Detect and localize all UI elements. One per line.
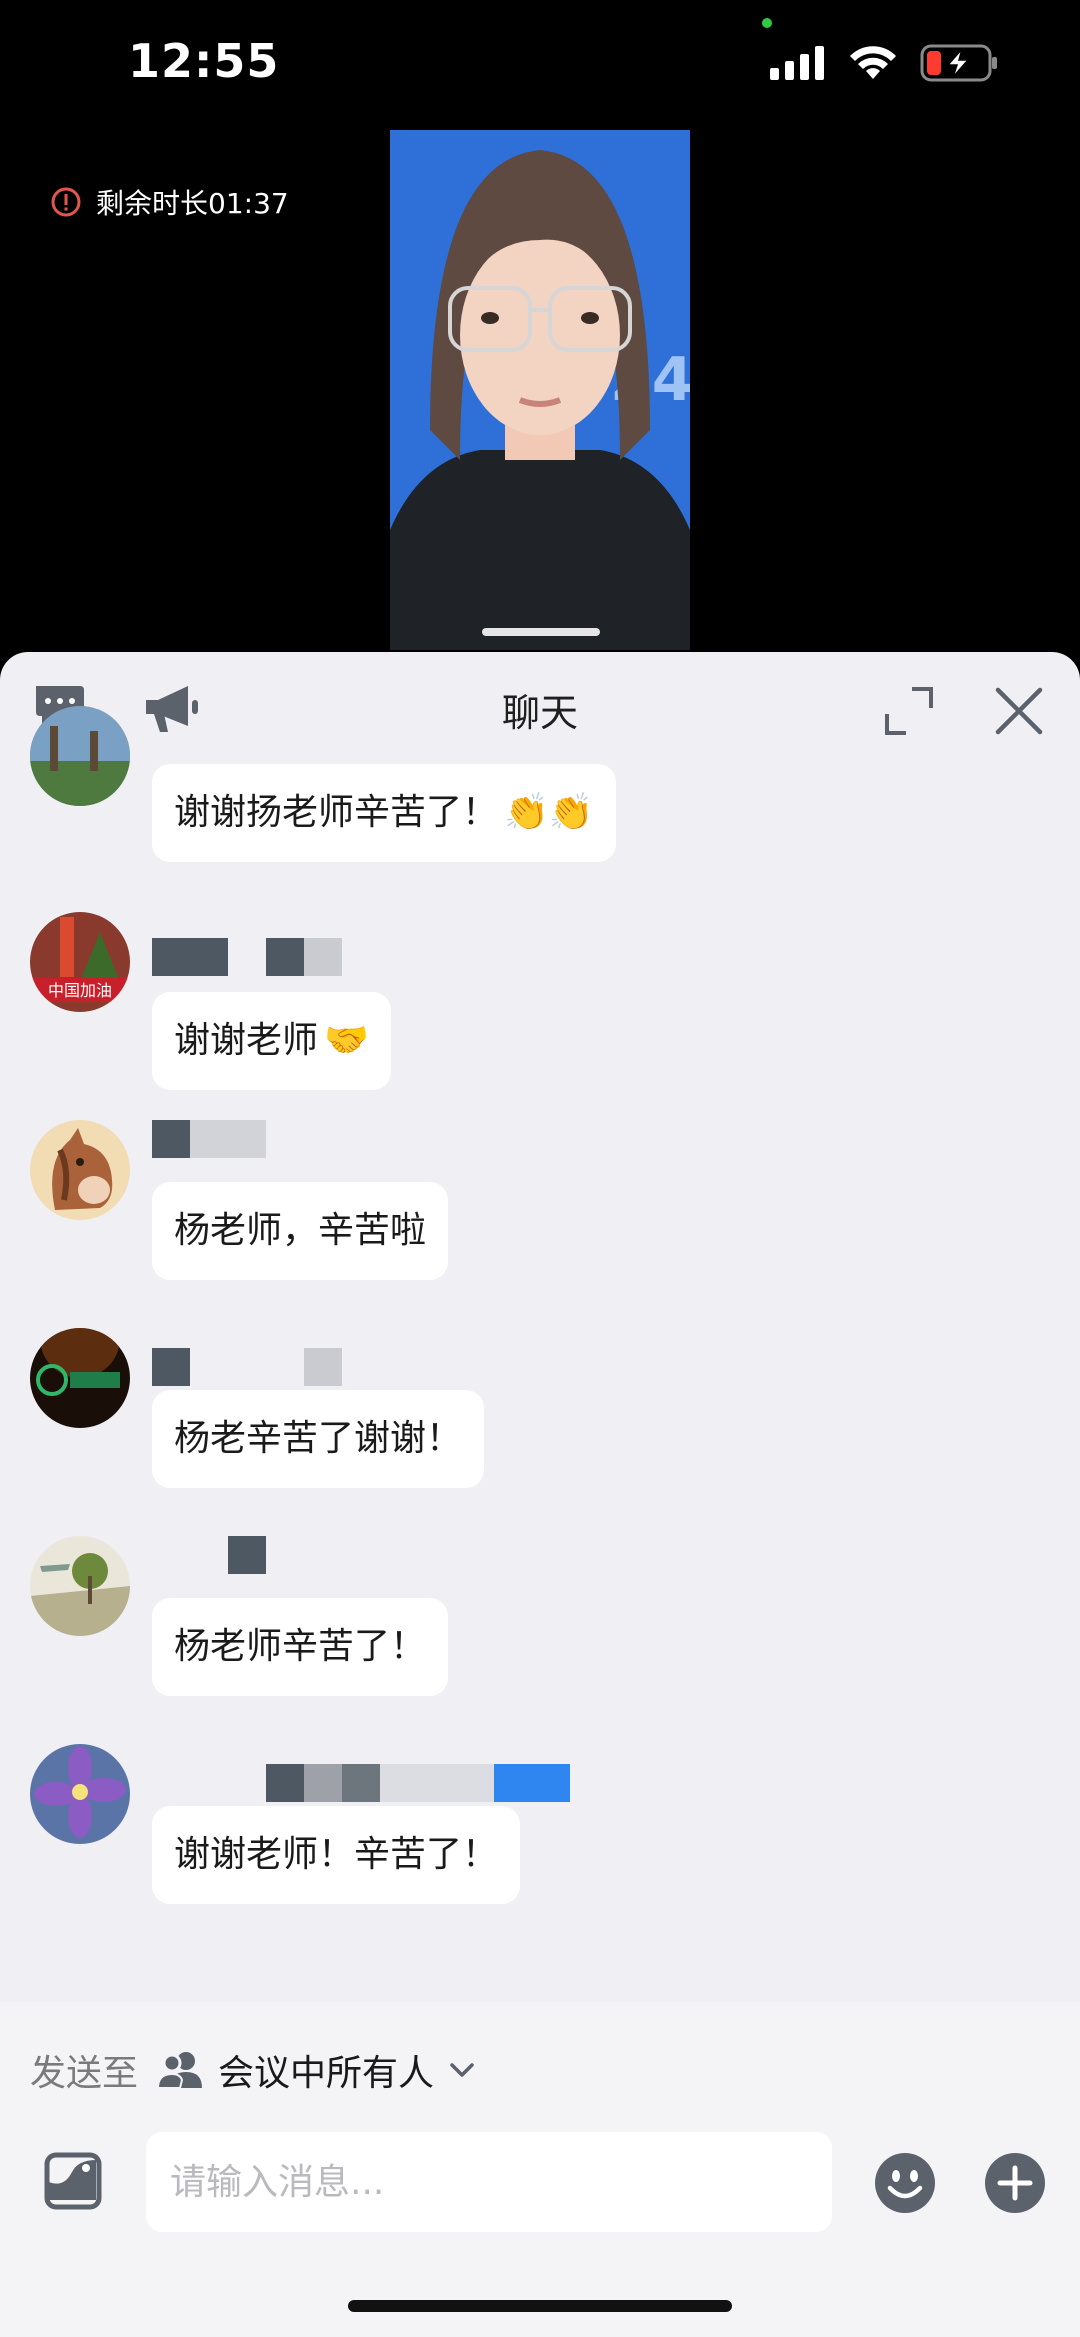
message-emoji: 🤝 — [324, 1020, 369, 1061]
avatar — [30, 1744, 130, 1844]
remaining-time: 剩余时长01:37 — [50, 182, 289, 222]
send-to-label: 发送至 — [30, 2053, 139, 2094]
message-list[interactable]: 谢谢扬老师辛苦了！ 👏👏 中国加油 谢谢老师 🤝 杨老师，辛苦啦 杨老辛苦了谢谢… — [0, 706, 1080, 2002]
emoji-icon[interactable] — [874, 2152, 936, 2214]
chat-header: 聊天 — [0, 652, 1080, 762]
video-frame: 24 — [390, 130, 690, 650]
avatar — [30, 706, 130, 806]
recipient-label: 会议中所有人 — [218, 2053, 435, 2094]
message-text: 谢谢扬老师辛苦了！ — [174, 792, 499, 833]
message-bubble[interactable]: 杨老辛苦了谢谢！ — [152, 1390, 485, 1488]
sender-name-redacted — [152, 938, 342, 976]
status-bar: 12:55 — [0, 0, 1080, 130]
sender-name-redacted — [152, 1348, 342, 1386]
message-bubble[interactable]: 谢谢老师 🤝 — [152, 992, 391, 1090]
message-bubble[interactable]: 谢谢老师！辛苦了！ — [152, 1806, 521, 1904]
input-row — [0, 2132, 1080, 2232]
remaining-time-label: 剩余时长01:37 — [96, 187, 289, 220]
sender-name-redacted — [152, 1120, 266, 1158]
people-icon — [158, 2052, 203, 2089]
message-text: 谢谢老师 — [174, 1020, 319, 1061]
avatar — [30, 1120, 130, 1220]
participant-video[interactable]: 24 — [390, 130, 690, 650]
message-text: 谢谢老师！辛苦了！ — [174, 1834, 499, 1875]
message-text: 杨老师辛苦了！ — [174, 1626, 427, 1667]
message-bubble[interactable]: 杨老师辛苦了！ — [152, 1598, 449, 1696]
avatar-caption: 中国加油 — [48, 981, 112, 1000]
message-bubble[interactable]: 谢谢扬老师辛苦了！ 👏👏 — [152, 764, 616, 862]
video-drag-handle[interactable] — [482, 628, 600, 636]
message-text: 杨老师，辛苦啦 — [174, 1210, 427, 1251]
battery-icon — [920, 44, 997, 82]
message-input[interactable] — [146, 2132, 832, 2232]
status-icons — [770, 44, 1000, 82]
plus-icon[interactable] — [984, 2152, 1046, 2214]
status-time: 12:55 — [128, 34, 280, 88]
sender-name-redacted — [152, 1764, 570, 1802]
avatar — [30, 1328, 130, 1428]
image-icon[interactable] — [44, 2152, 102, 2210]
message-text: 杨老辛苦了谢谢！ — [174, 1418, 463, 1459]
avatar — [30, 1536, 130, 1636]
recipient-selector[interactable]: 发送至 会议中所有人 — [30, 2044, 476, 2096]
home-indicator[interactable] — [348, 2300, 732, 2312]
chat-panel: 聊天 谢谢扬老师辛苦了！ 👏👏 中国加油 谢谢老师 🤝 杨老师，辛苦啦 杨老辛苦… — [0, 652, 1080, 2337]
signal-icon — [770, 46, 824, 80]
chat-footer: 发送至 会议中所有人 — [0, 2002, 1080, 2337]
chevron-down-icon — [450, 2063, 474, 2077]
sender-name-redacted — [152, 1536, 266, 1574]
wifi-icon — [850, 46, 896, 79]
expand-icon[interactable] — [884, 686, 934, 736]
message-emoji: 👏👏 — [504, 792, 594, 833]
message-bubble[interactable]: 杨老师，辛苦啦 — [152, 1182, 449, 1280]
camera-indicator-dot — [762, 18, 772, 28]
avatar: 中国加油 — [30, 912, 130, 1012]
close-icon[interactable] — [994, 686, 1044, 736]
info-icon — [51, 187, 81, 217]
